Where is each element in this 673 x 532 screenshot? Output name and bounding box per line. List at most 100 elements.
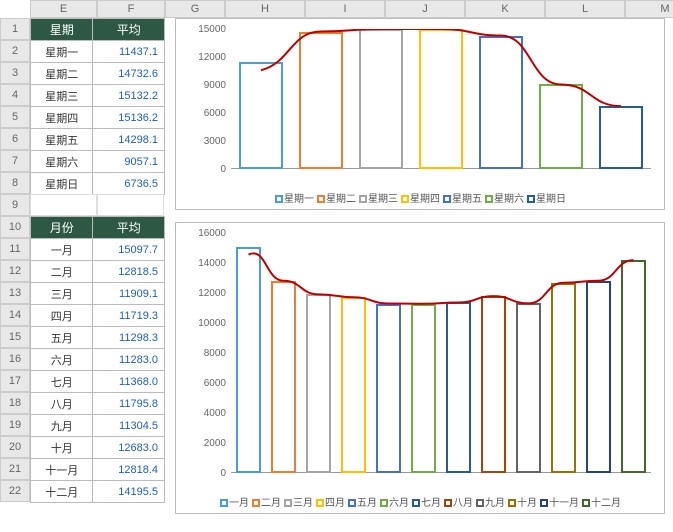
cell-value[interactable]: 15097.7: [93, 239, 165, 261]
table-row[interactable]: 十月12683.0: [31, 437, 165, 459]
cell-value[interactable]: 11909.1: [93, 283, 165, 305]
table-row[interactable]: 星期日6736.5: [31, 173, 165, 195]
cell-value[interactable]: 11298.3: [93, 327, 165, 349]
cell-label[interactable]: 星期一: [31, 41, 93, 63]
col-header-J[interactable]: J: [385, 0, 465, 18]
row-header-19[interactable]: 19: [0, 414, 30, 436]
bar-星期三: [359, 29, 403, 169]
row-header-14[interactable]: 14: [0, 304, 30, 326]
col-header-K[interactable]: K: [465, 0, 545, 18]
cell-value[interactable]: 9057.1: [93, 151, 165, 173]
row-header-1[interactable]: 1: [0, 18, 30, 40]
legend-item: 三月: [283, 494, 313, 509]
cell-label[interactable]: 六月: [31, 349, 93, 371]
cell-label[interactable]: 五月: [31, 327, 93, 349]
cell-value[interactable]: 11437.1: [93, 41, 165, 63]
cell-value[interactable]: 11304.5: [93, 415, 165, 437]
table-row[interactable]: 星期一11437.1: [31, 41, 165, 63]
row-header-13[interactable]: 13: [0, 282, 30, 304]
cell-value[interactable]: 15136.2: [93, 107, 165, 129]
cell-value[interactable]: 15132.2: [93, 85, 165, 107]
row-header-12[interactable]: 12: [0, 260, 30, 282]
cell-value[interactable]: 12683.0: [93, 437, 165, 459]
table-row[interactable]: 三月11909.1: [31, 283, 165, 305]
y-tick: 14000: [181, 258, 226, 269]
row-header-18[interactable]: 18: [0, 392, 30, 414]
cell-value[interactable]: 6736.5: [93, 173, 165, 195]
row-header-22[interactable]: 22: [0, 480, 30, 502]
row-header-5[interactable]: 5: [0, 106, 30, 128]
cell-label[interactable]: 星期六: [31, 151, 93, 173]
cell-label[interactable]: 八月: [31, 393, 93, 415]
cell-value[interactable]: 11719.3: [93, 305, 165, 327]
cell-label[interactable]: 十二月: [31, 481, 93, 503]
table-row[interactable]: 七月11368.0: [31, 371, 165, 393]
table-row[interactable]: 一月15097.7: [31, 239, 165, 261]
table-row[interactable]: 星期五14298.1: [31, 129, 165, 151]
legend-item: 十二月: [581, 494, 621, 509]
cell-value[interactable]: 14732.6: [93, 63, 165, 85]
cell-value[interactable]: 14298.1: [93, 129, 165, 151]
cell-value[interactable]: 11795.8: [93, 393, 165, 415]
table-row[interactable]: 星期二14732.6: [31, 63, 165, 85]
month-chart[interactable]: 0200040006000800010000120001400016000一月二…: [175, 222, 665, 514]
cell-value[interactable]: 12818.4: [93, 459, 165, 481]
col-header-M[interactable]: M: [625, 0, 673, 18]
col-header-E[interactable]: E: [30, 0, 97, 18]
weekday-chart[interactable]: 03000600090001200015000星期一星期二星期三星期四星期五星期…: [175, 18, 665, 210]
row-header-7[interactable]: 7: [0, 150, 30, 172]
cell-label[interactable]: 二月: [31, 261, 93, 283]
col-header-F[interactable]: F: [97, 0, 165, 18]
cell-label[interactable]: 三月: [31, 283, 93, 305]
table-row[interactable]: 四月11719.3: [31, 305, 165, 327]
table-row[interactable]: 五月11298.3: [31, 327, 165, 349]
legend-item: 星期三: [358, 190, 398, 205]
table-row[interactable]: 九月11304.5: [31, 415, 165, 437]
row-header-16[interactable]: 16: [0, 348, 30, 370]
table-row[interactable]: 星期六9057.1: [31, 151, 165, 173]
cell-label[interactable]: 十月: [31, 437, 93, 459]
row-header-6[interactable]: 6: [0, 128, 30, 150]
row-header-9[interactable]: 9: [0, 194, 30, 216]
legend-item: 星期日: [526, 190, 566, 205]
row-header-4[interactable]: 4: [0, 84, 30, 106]
cell-label[interactable]: 四月: [31, 305, 93, 327]
table-row[interactable]: 星期四15136.2: [31, 107, 165, 129]
cell-label[interactable]: 星期二: [31, 63, 93, 85]
cell-label[interactable]: 九月: [31, 415, 93, 437]
col-header-H[interactable]: H: [225, 0, 305, 18]
table-row[interactable]: 星期三15132.2: [31, 85, 165, 107]
cell-label[interactable]: 星期日: [31, 173, 93, 195]
cell-value[interactable]: 11283.0: [93, 349, 165, 371]
cell-value[interactable]: 11368.0: [93, 371, 165, 393]
col-header-I[interactable]: I: [305, 0, 385, 18]
cell-value[interactable]: 12818.5: [93, 261, 165, 283]
row-header-17[interactable]: 17: [0, 370, 30, 392]
weekday-table[interactable]: 星期 平均 星期一11437.1星期二14732.6星期三15132.2星期四1…: [30, 18, 165, 195]
col-header-L[interactable]: L: [545, 0, 625, 18]
cell-label[interactable]: 十一月: [31, 459, 93, 481]
empty-row[interactable]: [30, 194, 165, 216]
row-header-2[interactable]: 2: [0, 40, 30, 62]
table-row[interactable]: 十二月14195.5: [31, 481, 165, 503]
row-header-15[interactable]: 15: [0, 326, 30, 348]
row-header-20[interactable]: 20: [0, 436, 30, 458]
month-table[interactable]: 月份 平均 一月15097.7二月12818.5三月11909.1四月11719…: [30, 216, 165, 503]
table-row[interactable]: 十一月12818.4: [31, 459, 165, 481]
table-row[interactable]: 八月11795.8: [31, 393, 165, 415]
col-header-G[interactable]: G: [165, 0, 225, 18]
cell-value[interactable]: 14195.5: [93, 481, 165, 503]
row-header-8[interactable]: 8: [0, 172, 30, 194]
cell-label[interactable]: 星期四: [31, 107, 93, 129]
row-header-3[interactable]: 3: [0, 62, 30, 84]
row-header-11[interactable]: 11: [0, 238, 30, 260]
row-header-21[interactable]: 21: [0, 458, 30, 480]
cell-label[interactable]: 一月: [31, 239, 93, 261]
row-header-10[interactable]: 10: [0, 216, 30, 238]
cell-label[interactable]: 星期三: [31, 85, 93, 107]
cell-label[interactable]: 七月: [31, 371, 93, 393]
y-tick: 6000: [181, 108, 226, 119]
table-row[interactable]: 二月12818.5: [31, 261, 165, 283]
table-row[interactable]: 六月11283.0: [31, 349, 165, 371]
cell-label[interactable]: 星期五: [31, 129, 93, 151]
